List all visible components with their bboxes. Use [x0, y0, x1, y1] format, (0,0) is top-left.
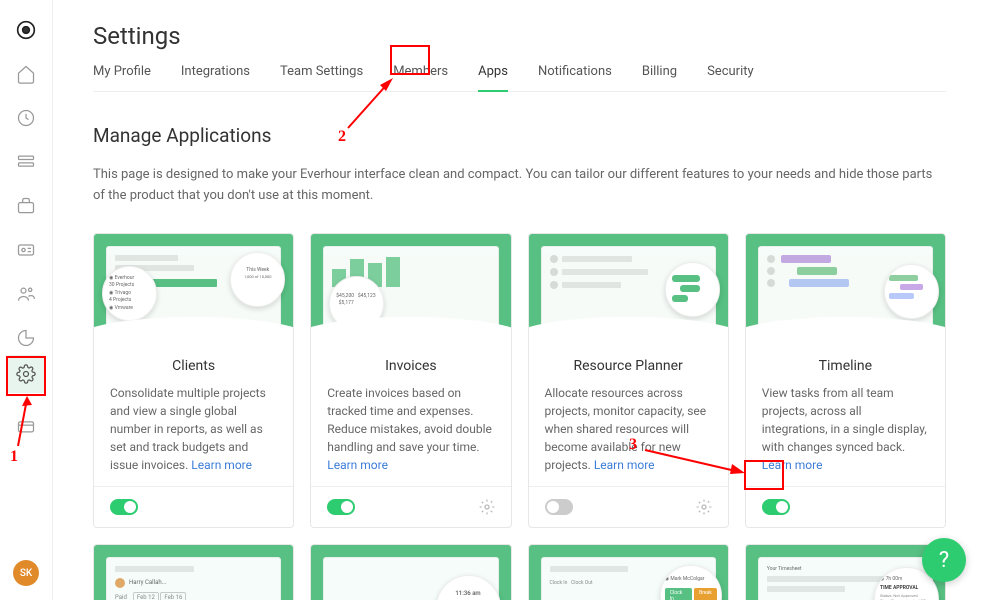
card-image: $45,200 $45,123 $5,177 [311, 234, 510, 344]
learn-more-link[interactable]: Learn more [191, 458, 252, 472]
clock-icon[interactable] [14, 106, 38, 130]
card-image: 11:36 am Task details: schedule assig... [311, 545, 510, 600]
card-image: Your Timesheet ◉ 7h 00m TIME APPROVAL St… [746, 545, 945, 600]
home-icon[interactable] [14, 62, 38, 86]
help-button[interactable]: ? [922, 538, 966, 582]
toggle-timeline[interactable] [762, 499, 790, 515]
card-desc: View tasks from all team projects, acros… [762, 384, 929, 474]
toggle-resource-planner[interactable] [545, 499, 573, 515]
card-title: Invoices [327, 358, 494, 374]
card-image: ◉ Everhour30 Projects◉ Trivago4 Projects… [94, 234, 293, 344]
card-title: Resource Planner [545, 358, 712, 374]
card-timeline: Timeline View tasks from all team projec… [745, 233, 946, 528]
learn-more-link[interactable]: Learn more [594, 458, 655, 472]
page-title: Settings [93, 22, 946, 50]
piechart-icon[interactable] [14, 326, 38, 350]
app-cards: ◉ Everhour30 Projects◉ Trivago4 Projects… [93, 233, 946, 600]
logo-icon[interactable] [14, 18, 38, 42]
briefcase-icon[interactable] [14, 194, 38, 218]
main-content: Settings My Profile Integrations Team Se… [53, 0, 984, 600]
tab-apps[interactable]: Apps [478, 64, 508, 91]
annotation-label-3: 3 [629, 436, 637, 454]
card-image: Clock In Clock Out ◉ Mark McColgar Clock… [529, 545, 728, 600]
card-clients: ◉ Everhour30 Projects◉ Trivago4 Projects… [93, 233, 294, 528]
card-row2-4: Your Timesheet ◉ 7h 00m TIME APPROVAL St… [745, 544, 946, 600]
card-title: Clients [110, 358, 277, 374]
toggle-clients[interactable] [110, 499, 138, 515]
tab-integrations[interactable]: Integrations [181, 64, 250, 91]
sidebar: SK [0, 0, 53, 600]
card-row2-2: 11:36 am Task details: schedule assig... [310, 544, 511, 600]
card-image [746, 234, 945, 344]
tab-my-profile[interactable]: My Profile [93, 64, 151, 91]
tab-notifications[interactable]: Notifications [538, 64, 612, 91]
tab-security[interactable]: Security [707, 64, 754, 91]
card-desc: Consolidate multiple projects and view a… [110, 384, 277, 474]
section-title: Manage Applications [93, 124, 946, 147]
card-desc: Allocate resources across projects, moni… [545, 384, 712, 474]
settings-icon[interactable] [7, 355, 45, 393]
avatar[interactable]: SK [13, 560, 39, 586]
annotation-label-1: 1 [10, 448, 18, 466]
id-icon[interactable] [14, 238, 38, 262]
toggle-invoices[interactable] [327, 499, 355, 515]
tabs: My Profile Integrations Team Settings Me… [93, 64, 946, 92]
tab-members[interactable]: Members [393, 64, 448, 91]
card-image: Harry Callah... Paid Feb 12 Feb 16 [94, 545, 293, 600]
learn-more-link[interactable]: Learn more [762, 458, 823, 472]
annotation-label-2: 2 [338, 128, 346, 146]
card-desc: Create invoices based on tracked time an… [327, 384, 494, 474]
card-image [529, 234, 728, 344]
projects-icon[interactable] [14, 150, 38, 174]
tab-billing[interactable]: Billing [642, 64, 677, 91]
section-desc: This page is designed to make your Everh… [93, 165, 946, 207]
card-invoices: $45,200 $45,123 $5,177 Invoices Create i… [310, 233, 511, 528]
tab-team-settings[interactable]: Team Settings [280, 64, 363, 91]
team-icon[interactable] [14, 282, 38, 306]
card-title: Timeline [762, 358, 929, 374]
card-resource-planner: Resource Planner Allocate resources acro… [528, 233, 729, 528]
learn-more-link[interactable]: Learn more [327, 458, 388, 472]
card-row2-1: Harry Callah... Paid Feb 12 Feb 16 [93, 544, 294, 600]
wallet-icon[interactable] [14, 414, 38, 438]
card-row2-3: Clock In Clock Out ◉ Mark McColgar Clock… [528, 544, 729, 600]
gear-icon[interactable] [696, 499, 712, 515]
gear-icon[interactable] [479, 499, 495, 515]
